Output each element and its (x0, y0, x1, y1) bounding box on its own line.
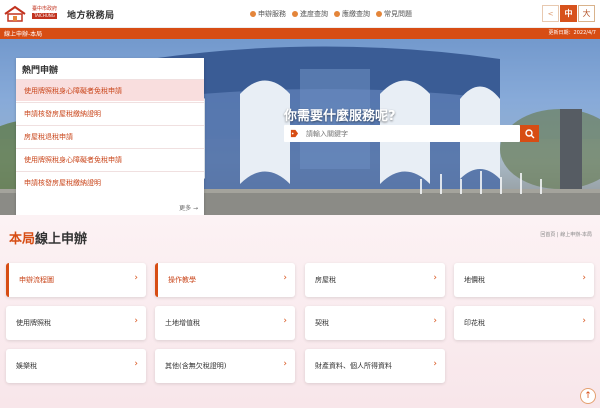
card-house-tax[interactable]: 房屋稅 › (305, 263, 445, 297)
chevron-right-icon: › (134, 316, 138, 326)
card-deed-tax[interactable]: 契稅 › (305, 306, 445, 340)
nav-dot-icon (334, 11, 340, 17)
section-title-accent: 本局 (9, 232, 36, 247)
nav-dot-icon (292, 11, 298, 17)
hot-services-title: 熱門申辦 (22, 66, 59, 76)
nav-payable-query[interactable]: 應繳查詢 (334, 9, 370, 19)
logo-mark-icon (4, 5, 26, 22)
breadcrumb: 線上申辦-本局 (4, 31, 43, 38)
card-other[interactable]: 其他(含無欠稅證明) › (155, 349, 295, 383)
chevron-right-icon: › (134, 273, 138, 283)
nav-dot-icon (250, 11, 256, 17)
hot-more-link[interactable]: 更多 → (179, 203, 198, 212)
chevron-right-icon: › (134, 359, 138, 369)
chevron-right-icon: › (582, 316, 586, 326)
nav-progress-query[interactable]: 進度查詢 (292, 9, 328, 19)
card-label: 其他(含無欠稅證明) (165, 362, 227, 370)
hot-item[interactable]: 房屋稅退稅申請 (16, 125, 204, 147)
chevron-right-icon: › (433, 359, 437, 369)
hot-item[interactable]: 使用牌照稅身心障礙者免稅申請 (16, 148, 204, 170)
card-label: 操作教學 (168, 276, 196, 284)
logo-english: TAICHUNG (32, 13, 57, 19)
search-button[interactable] (520, 125, 539, 142)
chevron-right-icon: › (283, 273, 287, 283)
hot-services-panel: 熱門申辦 使用牌照稅身心障礙者免稅申請 申請核發房屋稅繳納證明 房屋稅退稅申請 … (16, 58, 204, 216)
tag-icon (290, 129, 299, 138)
hot-item[interactable]: 申請核發房屋稅繳納證明 (16, 102, 204, 124)
card-tutorial[interactable]: 操作教學 › (155, 263, 295, 297)
font-size-prev-button[interactable]: < (542, 5, 559, 22)
card-label: 房屋稅 (315, 276, 336, 284)
nav-label: 應繳查詢 (342, 10, 370, 18)
chevron-right-icon: › (433, 273, 437, 283)
chevron-right-icon: › (283, 359, 287, 369)
section-title: 本局線上申辦 (9, 228, 87, 247)
font-size-large-button[interactable]: 大 (578, 5, 595, 22)
nav-dot-icon (376, 11, 382, 17)
site-header: 臺中市政府 TAICHUNG 地方稅務局 申辦服務 進度查詢 應繳查詢 常見問題… (0, 0, 600, 28)
card-property-income-data[interactable]: 財產資料、個人所得資料 › (305, 349, 445, 383)
card-label: 申辦流程圖 (19, 276, 54, 284)
search-input[interactable] (306, 127, 506, 140)
nav-apply-services[interactable]: 申辦服務 (250, 9, 286, 19)
card-label: 使用牌照稅 (16, 319, 51, 327)
site-logo[interactable]: 臺中市政府 TAICHUNG 地方稅務局 (4, 4, 144, 24)
section-breadcrumb[interactable]: 回首頁 | 線上申辦-本局 (540, 231, 592, 238)
chevron-right-icon: › (433, 316, 437, 326)
card-stamp-tax[interactable]: 印花稅 › (454, 306, 594, 340)
card-label: 地價稅 (464, 276, 485, 284)
hot-item[interactable]: 申請核發房屋稅繳納證明 (16, 171, 204, 193)
nav-label: 進度查詢 (300, 10, 328, 18)
card-label: 娛樂稅 (16, 362, 37, 370)
update-date: 更新日期：2022/4/7 (548, 30, 596, 36)
search-box (284, 125, 520, 142)
card-land-increment-tax[interactable]: 土地增值稅 › (155, 306, 295, 340)
card-apply-flowchart[interactable]: 申辦流程圖 › (6, 263, 146, 297)
card-label: 土地增值稅 (165, 319, 200, 327)
font-size-medium-button[interactable]: 中 (560, 5, 577, 22)
breadcrumb-bar: 線上申辦-本局 更新日期：2022/4/7 (0, 28, 600, 39)
search-icon (524, 128, 534, 138)
card-label: 契稅 (315, 319, 329, 327)
search-heading: 你需要什麼服務呢? (284, 109, 396, 124)
nav-faq[interactable]: 常見問題 (376, 9, 412, 19)
card-label: 財產資料、個人所得資料 (315, 362, 392, 370)
nav-label: 申辦服務 (258, 10, 286, 18)
section-title-rest: 線上申辦 (35, 232, 88, 247)
logo-org-name: 臺中市政府 (32, 6, 58, 12)
logo-title: 地方稅務局 (67, 11, 115, 21)
card-license-tax[interactable]: 使用牌照稅 › (6, 306, 146, 340)
chevron-right-icon: › (283, 316, 287, 326)
back-to-top-button[interactable]: ↑ (580, 388, 596, 404)
card-amusement-tax[interactable]: 娛樂稅 › (6, 349, 146, 383)
card-land-value-tax[interactable]: 地價稅 › (454, 263, 594, 297)
nav-label: 常見問題 (384, 10, 412, 18)
chevron-right-icon: › (582, 273, 586, 283)
hot-item[interactable]: 使用牌照稅身心障礙者免稅申請 (16, 79, 204, 101)
online-services-section: 本局線上申辦 回首頁 | 線上申辦-本局 申辦流程圖 › 操作教學 › 房屋稅 … (0, 215, 600, 408)
card-label: 印花稅 (464, 319, 485, 327)
